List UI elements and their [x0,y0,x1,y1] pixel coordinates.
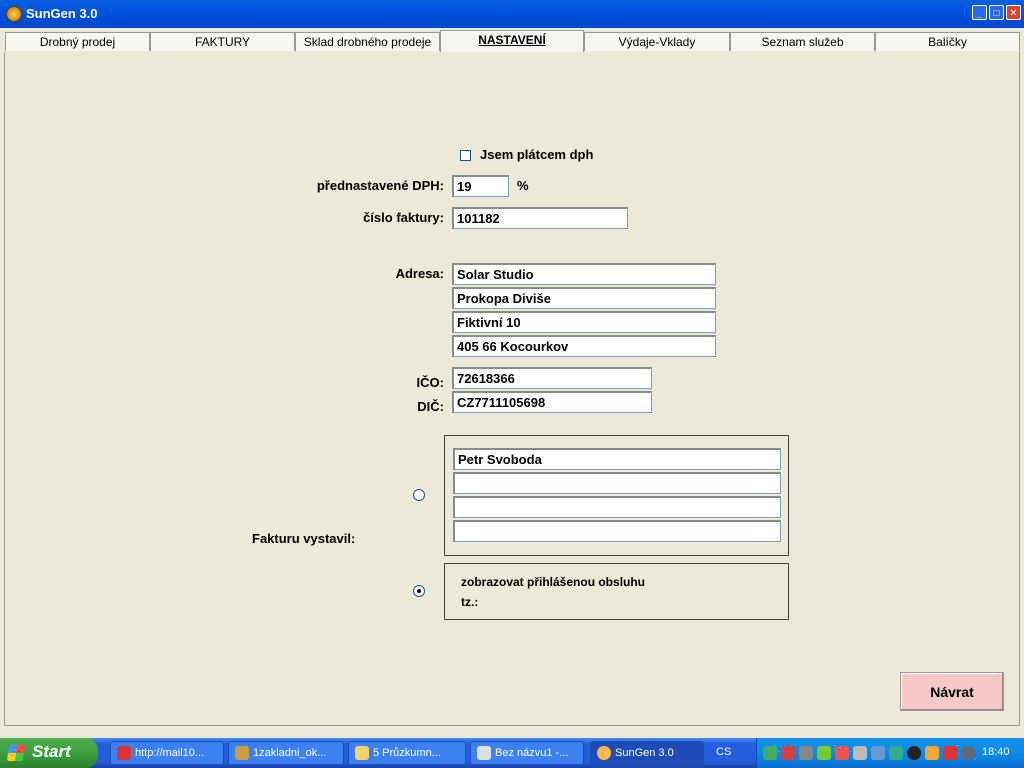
document-icon [477,746,491,760]
address-line-3[interactable]: Fiktivní 10 [452,311,716,333]
taskbar-item-label: 5 Průzkumn... [373,747,441,759]
invoice-number-input[interactable]: 101182 [452,207,628,229]
dic-input[interactable]: CZ7711105698 [452,391,652,413]
tray-icon[interactable] [763,746,777,760]
taskbar-item-label: Bez názvu1 -... [495,747,569,759]
app-icon [6,6,22,22]
taskbar-item-mail[interactable]: http://mail10... [110,741,224,765]
maximize-button[interactable]: □ [989,5,1004,20]
show-logged-label: zobrazovat přihlášenou obsluhu [461,575,646,589]
tray-icon[interactable] [961,746,975,760]
taskbar-item-sungen[interactable]: SunGen 3.0 [590,741,704,765]
tab-bar: Drobný prodej FAKTURY Sklad drobného pro… [0,28,1024,52]
tab-faktury[interactable]: FAKTURY [150,32,295,51]
issuer-line-1[interactable]: Petr Svoboda [453,448,781,470]
default-vat-label: přednastavené DPH: [316,178,444,193]
tz-label: tz.: [461,595,479,609]
tab-nastaveni[interactable]: NASTAVENÍ [440,30,584,52]
tray-icon[interactable] [799,746,813,760]
app-window: SunGen 3.0 _ □ ✕ Drobný prodej FAKTURY S… [0,0,1024,738]
clock: 18:40 [982,746,1010,758]
tray-icon[interactable] [943,746,957,760]
address-line-1[interactable]: Solar Studio [452,263,716,285]
invoice-number-label: číslo faktury: [363,210,444,225]
tray-icon[interactable] [871,746,885,760]
ico-input[interactable]: 72618366 [452,367,652,389]
tray-icon[interactable] [853,746,867,760]
tray-icon[interactable] [889,746,903,760]
minimize-button[interactable]: _ [972,5,987,20]
app-icon [235,746,249,760]
taskbar: Start http://mail10... 1zakladni_ok... 5… [0,738,1024,768]
close-button[interactable]: ✕ [1006,5,1021,20]
start-button[interactable]: Start [0,738,98,768]
browser-icon [117,746,131,760]
show-logged-group: zobrazovat přihlášenou obsluhu tz.: [444,563,789,620]
back-button[interactable]: Návrat [900,672,1004,711]
tray-icon[interactable] [817,746,831,760]
dic-label: DIČ: [417,399,444,414]
issued-by-label: Fakturu vystavil: [252,531,356,546]
taskbar-item-label: http://mail10... [135,747,205,759]
start-label: Start [32,742,71,761]
taskbar-item-bez-nazvu[interactable]: Bez názvu1 -... [470,741,584,765]
address-label: Adresa: [395,266,444,281]
title-bar[interactable]: SunGen 3.0 _ □ ✕ [0,0,1024,28]
issuer-line-4[interactable] [453,520,781,542]
tab-vydaje-vklady[interactable]: Výdaje-Vklady [584,32,730,51]
sungen-icon [597,746,611,760]
tray-icon[interactable] [835,746,849,760]
taskbar-item-label: SunGen 3.0 [615,747,674,759]
taskbar-item-zakladni[interactable]: 1zakladni_ok... [228,741,344,765]
folder-icon [355,746,369,760]
tray-icon[interactable] [925,746,939,760]
show-logged-radio[interactable] [413,585,425,597]
issuer-custom-radio[interactable] [413,489,425,501]
language-indicator[interactable]: CS [716,746,731,758]
issuer-line-2[interactable] [453,472,781,494]
tab-balicky[interactable]: Balíčky [875,32,1020,51]
ico-label: IČO: [416,375,444,390]
address-line-4[interactable]: 405 66 Kocourkov [452,335,716,357]
taskbar-item-explorer[interactable]: 5 Průzkumn... [348,741,466,765]
tab-sklad[interactable]: Sklad drobného prodeje [295,32,440,51]
vat-payer-label: Jsem plátcem dph [480,147,594,162]
tab-drobny-prodej[interactable]: Drobný prodej [5,32,150,51]
taskbar-item-label: 1zakladni_ok... [253,747,327,759]
window-title: SunGen 3.0 [26,6,98,21]
address-line-2[interactable]: Prokopa Diviše [452,287,716,309]
vat-payer-checkbox[interactable] [460,150,471,161]
issuer-custom-group: Petr Svoboda [444,435,789,556]
windows-logo-icon [6,745,26,761]
tray-icon[interactable] [781,746,795,760]
issuer-line-3[interactable] [453,496,781,518]
radio-selected-dot [417,589,421,593]
tray-icon[interactable] [907,746,921,760]
vat-unit-label: % [517,178,529,193]
default-vat-input[interactable]: 19 [452,175,509,197]
tab-seznam-sluzeb[interactable]: Seznam služeb [730,32,875,51]
